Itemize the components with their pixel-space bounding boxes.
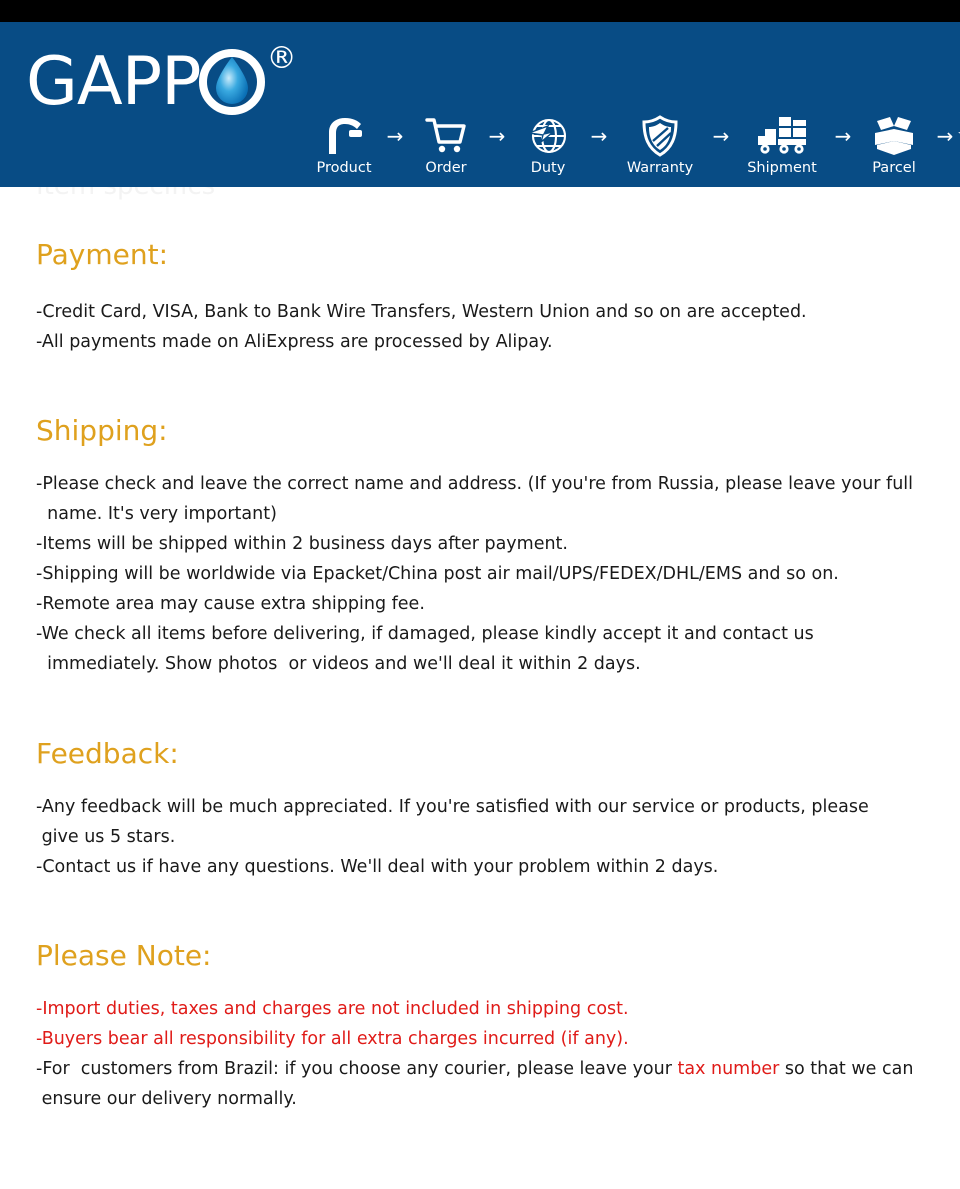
section-shipping-body: -Please check and leave the correct name…	[36, 469, 913, 679]
logo-droplet-o	[198, 49, 265, 115]
process-step-label: Order	[425, 160, 467, 176]
water-droplet-icon	[215, 57, 248, 104]
section-payment: Payment:	[36, 241, 168, 269]
truck-icon	[756, 114, 808, 158]
section-line-alert: -Buyers bear all responsibility for all …	[36, 1029, 629, 1049]
brand-banner: GAPP ® Product → Order → Duty → Warranty…	[0, 22, 960, 187]
section-line: give us 5 stars.	[36, 827, 176, 847]
section-line: -Any feedback will be much appreciated. …	[36, 797, 869, 817]
shield-icon	[641, 114, 679, 158]
section-line-alert: -Import duties, taxes and charges are no…	[36, 999, 629, 1019]
tax-number-highlight: tax number	[677, 1059, 780, 1079]
section-please-note-body: -Import duties, taxes and charges are no…	[36, 994, 913, 1114]
process-step-parcel: Parcel	[856, 114, 932, 176]
section-shipping: Shipping:	[36, 417, 168, 445]
cart-icon	[424, 114, 468, 158]
section-title: Payment:	[36, 238, 169, 271]
process-step-label: Duty	[530, 160, 566, 176]
section-line: -Contact us if have any questions. We'll…	[36, 857, 719, 877]
section-line: ensure our delivery normally.	[36, 1089, 297, 1109]
brand-logo: GAPP ®	[26, 42, 297, 120]
arrow-icon: →	[834, 124, 852, 148]
section-line: -Items will be shipped within 2 business…	[36, 534, 568, 554]
process-step-product: Product	[306, 114, 382, 176]
line-text-after: so that we can	[779, 1059, 914, 1079]
process-step-order: Order	[408, 114, 484, 176]
section-line: -Shipping will be worldwide via Epacket/…	[36, 564, 839, 584]
section-line: -All payments made on AliExpress are pro…	[36, 332, 553, 352]
section-please-note: Please Note:	[36, 942, 211, 970]
faucet-icon	[323, 114, 365, 158]
section-line-mixed: -For customers from Brazil: if you choos…	[36, 1054, 913, 1084]
section-line: -Please check and leave the correct name…	[36, 474, 914, 494]
section-line: -Credit Card, VISA, Bank to Bank Wire Tr…	[36, 302, 807, 322]
arrow-icon: →	[712, 124, 730, 148]
section-payment-body: -Credit Card, VISA, Bank to Bank Wire Tr…	[36, 297, 807, 357]
process-step-warranty: Warranty	[612, 114, 708, 176]
section-line: -Remote area may cause extra shipping fe…	[36, 594, 425, 614]
top-black-bar	[0, 0, 960, 22]
line-text-before: -For customers from Brazil: if you choos…	[36, 1059, 678, 1079]
logo-wordmark: GAPP	[26, 42, 202, 120]
arrow-icon: →	[590, 124, 608, 148]
arrow-icon: →	[936, 124, 954, 148]
section-line: -We check all items before delivering, i…	[36, 624, 814, 644]
section-line: immediately. Show photos or videos and w…	[36, 654, 641, 674]
process-step-label: Product	[316, 160, 372, 176]
section-feedback: Feedback:	[36, 740, 179, 768]
section-title: Please Note:	[36, 939, 212, 972]
process-step-label: Warranty	[626, 160, 694, 176]
registered-trademark-icon: ®	[266, 41, 297, 76]
section-title: Shipping:	[36, 414, 168, 447]
globe-plane-icon	[527, 114, 569, 158]
process-step-label: Parcel	[872, 160, 916, 176]
open-box-icon	[871, 114, 917, 158]
section-title: Feedback:	[36, 737, 179, 770]
arrow-icon: →	[488, 124, 506, 148]
arrow-icon: →	[386, 124, 404, 148]
section-feedback-body: -Any feedback will be much appreciated. …	[36, 792, 869, 882]
process-step-label: Shipment	[747, 160, 817, 176]
process-step-strip: Product → Order → Duty → Warranty → Ship…	[306, 114, 960, 176]
section-line: name. It's very important)	[36, 504, 277, 524]
clipped-text-artifact: Item specifics	[36, 187, 466, 201]
process-step-duty: Duty	[510, 114, 586, 176]
process-step-shipment: Shipment	[734, 114, 830, 176]
